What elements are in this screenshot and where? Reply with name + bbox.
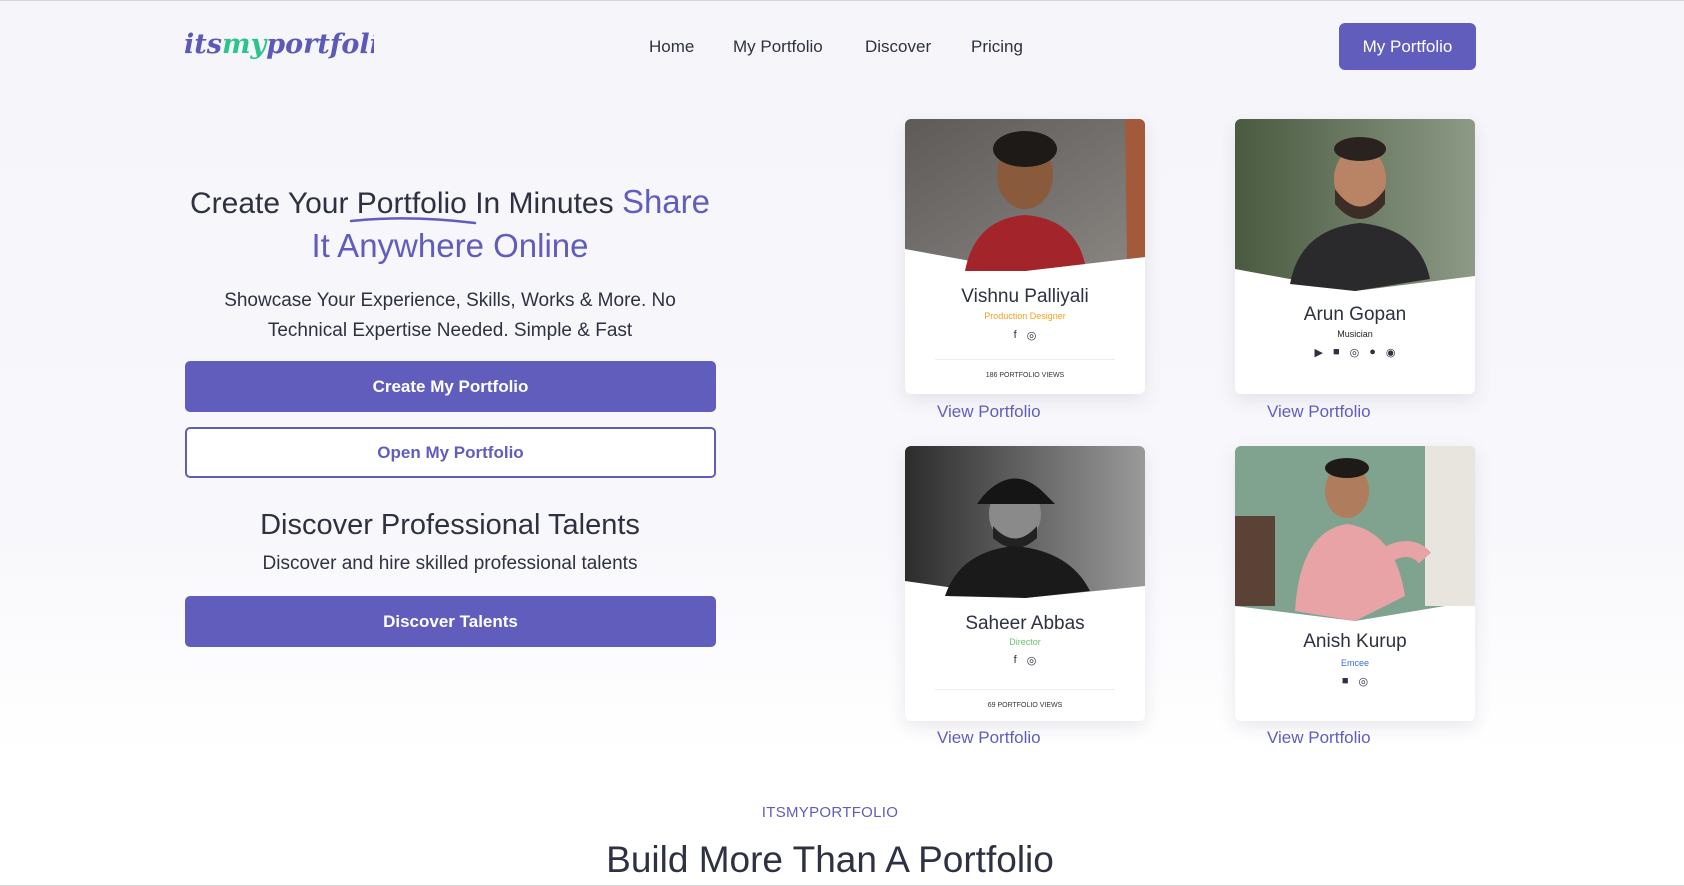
profile-role: Emcee [1340,658,1369,668]
hero-title-part1: Create Your [190,187,357,220]
section-heading: Build More Than A Portfolio [606,839,1054,880]
profile-card[interactable]: Anish Kurup Emcee ■ ◎ [1235,446,1475,721]
profile-photo [1235,446,1475,621]
profile-name: Anish Kurup [1303,631,1407,652]
profile-role: Production Designer [984,311,1066,321]
logo-wordmark: itsmyportfolio [184,29,398,60]
discover-talents-button[interactable]: Discover Talents [185,596,716,647]
discover-title: Discover Professional Talents [260,509,640,541]
portfolio-views: 69 PORTFOLIO VIEWS [987,702,1063,709]
social-links: f ◎ [905,654,1145,667]
view-portfolio-link[interactable]: View Portfolio [937,728,1041,748]
profile-card[interactable]: Vishnu Palliyali Production Designer f ◎… [905,119,1145,394]
instagram-icon[interactable]: ◎ [1359,675,1369,688]
card-divider [935,689,1115,690]
profile-role: Director [1009,637,1041,647]
create-portfolio-button[interactable]: Create My Portfolio [185,361,716,412]
social-links: f ◎ [905,329,1145,342]
hero-title-part3: In Minutes [466,187,622,220]
profile-card[interactable]: Arun Gopan Musician ▶ ■ ◎ ● ◉ [1235,119,1475,394]
section-eyebrow: ITSMYPORTFOLIO [761,804,899,821]
social-links: ▶ ■ ◎ ● ◉ [1235,346,1475,359]
view-portfolio-link[interactable]: View Portfolio [937,402,1041,422]
open-portfolio-button[interactable]: Open My Portfolio [185,427,716,478]
nav-discover[interactable]: Discover [865,37,931,57]
page: itsmyportfolio Home My Portfolio Discove… [0,0,1684,886]
facebook-icon[interactable]: ■ [1342,675,1349,688]
instagram-icon[interactable]: ◎ [1027,654,1037,667]
social-links: ■ ◎ [1235,675,1475,688]
view-portfolio-link[interactable]: View Portfolio [1267,402,1371,422]
youtube-icon[interactable]: ▶ [1315,346,1323,359]
spotify-icon[interactable]: ◉ [1386,346,1396,359]
discover-subtitle: Discover and hire skilled professional t… [262,553,638,574]
view-portfolio-link[interactable]: View Portfolio [1267,728,1371,748]
svg-text:itsmyportfolio: itsmyportfolio [184,29,374,60]
card-divider [935,359,1115,360]
instagram-icon[interactable]: ◎ [1027,329,1037,342]
profile-photo [1235,119,1475,291]
nav-pricing[interactable]: Pricing [971,37,1023,57]
nav-my-portfolio[interactable]: My Portfolio [733,37,823,57]
facebook-icon[interactable]: ■ [1333,346,1340,359]
profile-photo [905,119,1145,271]
apple-icon[interactable]: ● [1369,346,1376,359]
profile-name: Vishnu Palliyali [961,286,1089,307]
profile-name: Saheer Abbas [965,613,1085,634]
hero-subtitle: Showcase Your Experience, Skills, Works … [224,290,676,341]
instagram-icon[interactable]: ◎ [1350,346,1360,359]
logo[interactable]: itsmyportfolio [184,23,398,71]
title-underline-decoration [349,217,477,225]
nav-home[interactable]: Home [649,37,694,57]
profile-role: Musician [1337,329,1373,339]
header-my-portfolio-button[interactable]: My Portfolio [1339,23,1476,70]
portfolio-views: 186 PORTFOLIO VIEWS [985,372,1065,379]
profile-card[interactable]: Saheer Abbas Director f ◎ 69 PORTFOLIO V… [905,446,1145,721]
profile-name: Arun Gopan [1303,304,1407,325]
facebook-icon[interactable]: f [1014,654,1017,667]
facebook-icon[interactable]: f [1014,329,1017,342]
profile-photo [905,446,1145,598]
